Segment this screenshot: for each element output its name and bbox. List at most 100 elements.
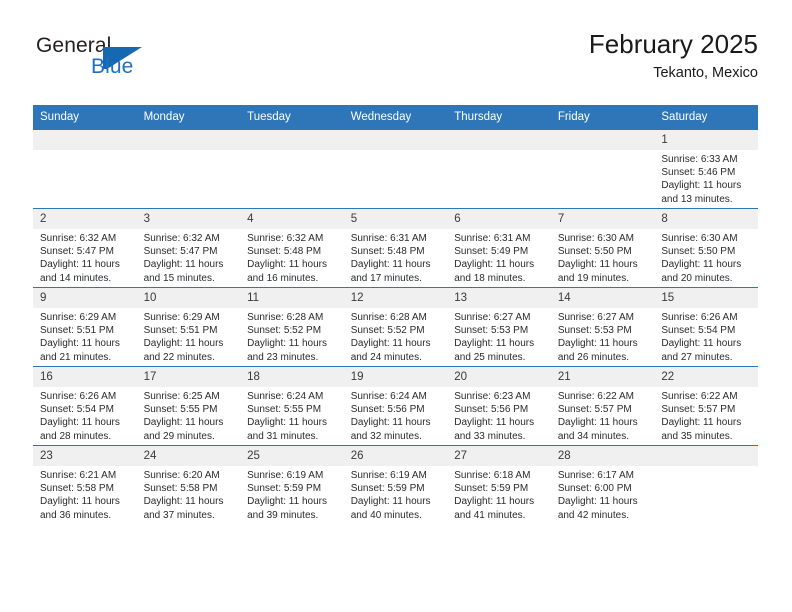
day-info-daylight-line1: Daylight: 11 hours xyxy=(247,259,327,271)
day-info-sunrise: Sunrise: 6:21 AM xyxy=(40,470,117,481)
day-info-daylight-line1: Daylight: 11 hours xyxy=(557,338,638,350)
day-info-sunrise: Sunrise: 6:24 AM xyxy=(350,391,427,402)
calendar-day-cell[interactable]: 17 Sunrise: 6:25 AM Sunset: 5:55 PM Dayligh… xyxy=(136,366,241,446)
calendar-day-cell[interactable]: 27 Sunrise: 6:18 AM Sunset: 5:59 PM Dayligh… xyxy=(447,445,551,524)
day-info-sunrise: Sunrise: 6:25 AM xyxy=(143,391,220,402)
day-info-daylight-line1: Daylight: 11 hours xyxy=(143,259,224,271)
calendar-week-row: 1 Sunrise: 6:33 AM Sunset: 5:46 PM Daylight… xyxy=(33,129,758,209)
calendar-day-cell[interactable]: 16 Sunrise: 6:26 AM Sunset: 5:54 PM Dayligh… xyxy=(33,366,137,446)
day-info-daylight-line1: Daylight: 11 hours xyxy=(40,417,120,429)
day-info-sunrise: Sunrise: 6:32 AM xyxy=(143,233,220,244)
calendar-day-cell[interactable]: 15 Sunrise: 6:26 AM Sunset: 5:54 PM Dayligh… xyxy=(654,287,758,367)
day-number: 12 xyxy=(343,288,448,308)
calendar-day-cell-empty xyxy=(33,129,137,209)
day-info-daylight-line1: Daylight: 11 hours xyxy=(247,496,327,508)
day-box: 15 Sunrise: 6:26 AM Sunset: 5:54 PM Dayligh… xyxy=(654,288,758,366)
day-info-daylight-line2: and 40 minutes. xyxy=(350,509,422,521)
calendar-day-cell[interactable]: 5 Sunrise: 6:31 AM Sunset: 5:48 PM Daylight… xyxy=(343,208,448,288)
weekday-header-monday: Monday xyxy=(136,105,241,130)
day-info-daylight-line1: Daylight: 11 hours xyxy=(661,180,742,192)
day-info-sunset: Sunset: 5:51 PM xyxy=(143,325,218,337)
day-number: 4 xyxy=(240,209,344,229)
day-info-sunrise: Sunrise: 6:28 AM xyxy=(350,312,427,323)
calendar-day-cell[interactable]: 22 Sunrise: 6:22 AM Sunset: 5:57 PM Dayligh… xyxy=(654,366,758,446)
empty-day-box xyxy=(550,130,655,208)
brand-logo[interactable]: General Blue xyxy=(33,34,273,94)
day-info: Sunrise: 6:28 AM Sunset: 5:52 PM Daylight:… xyxy=(344,308,448,364)
calendar-day-cell[interactable]: 6 Sunrise: 6:31 AM Sunset: 5:49 PM Daylight… xyxy=(447,208,551,288)
day-info-daylight-line1: Daylight: 11 hours xyxy=(247,417,327,429)
day-number: 13 xyxy=(447,288,551,308)
day-info-sunset: Sunset: 5:48 PM xyxy=(247,246,322,258)
day-info-daylight-line2: and 16 minutes. xyxy=(247,272,319,284)
calendar-day-cell-empty xyxy=(136,129,241,209)
empty-daynum-band xyxy=(550,130,655,150)
day-info-daylight-line2: and 25 minutes. xyxy=(454,351,526,363)
day-info-daylight-line2: and 21 minutes. xyxy=(40,351,112,363)
day-info-sunset: Sunset: 5:59 PM xyxy=(247,483,322,495)
calendar-day-cell[interactable]: 7 Sunrise: 6:30 AM Sunset: 5:50 PM Daylight… xyxy=(550,208,655,288)
day-info-sunrise: Sunrise: 6:18 AM xyxy=(454,470,531,481)
calendar-day-cell[interactable]: 1 Sunrise: 6:33 AM Sunset: 5:46 PM Daylight… xyxy=(654,129,758,209)
calendar-day-cell[interactable]: 12 Sunrise: 6:28 AM Sunset: 5:52 PM Dayligh… xyxy=(343,287,448,367)
day-info-daylight-line1: Daylight: 11 hours xyxy=(143,338,224,350)
day-info-sunrise: Sunrise: 6:20 AM xyxy=(143,470,220,481)
calendar-day-cell[interactable]: 11 Sunrise: 6:28 AM Sunset: 5:52 PM Dayligh… xyxy=(240,287,344,367)
calendar-day-cell[interactable]: 9 Sunrise: 6:29 AM Sunset: 5:51 PM Daylight… xyxy=(33,287,137,367)
calendar-day-cell[interactable]: 23 Sunrise: 6:21 AM Sunset: 5:58 PM Dayligh… xyxy=(33,445,137,524)
page-subtitle: Tekanto, Mexico xyxy=(653,65,758,81)
calendar-day-cell[interactable]: 20 Sunrise: 6:23 AM Sunset: 5:56 PM Dayligh… xyxy=(447,366,551,446)
calendar-day-cell[interactable]: 28 Sunrise: 6:17 AM Sunset: 6:00 PM Dayligh… xyxy=(550,445,655,524)
calendar-day-cell[interactable]: 10 Sunrise: 6:29 AM Sunset: 5:51 PM Dayligh… xyxy=(136,287,241,367)
calendar-day-cell[interactable]: 2 Sunrise: 6:32 AM Sunset: 5:47 PM Daylight… xyxy=(33,208,137,288)
day-info-sunrise: Sunrise: 6:29 AM xyxy=(143,312,220,323)
day-box: 23 Sunrise: 6:21 AM Sunset: 5:58 PM Dayligh… xyxy=(33,446,137,524)
day-info-daylight-line2: and 19 minutes. xyxy=(557,272,629,284)
day-info: Sunrise: 6:20 AM Sunset: 5:58 PM Daylight:… xyxy=(137,466,241,522)
day-box: 12 Sunrise: 6:28 AM Sunset: 5:52 PM Dayligh… xyxy=(343,288,448,366)
empty-day-box xyxy=(447,130,551,208)
day-info-sunrise: Sunrise: 6:27 AM xyxy=(557,312,634,323)
calendar-day-cell[interactable]: 14 Sunrise: 6:27 AM Sunset: 5:53 PM Dayligh… xyxy=(550,287,655,367)
day-info-sunrise: Sunrise: 6:22 AM xyxy=(661,391,738,402)
calendar-week-row: 9 Sunrise: 6:29 AM Sunset: 5:51 PM Daylight… xyxy=(33,287,758,367)
calendar-day-cell[interactable]: 21 Sunrise: 6:22 AM Sunset: 5:57 PM Dayligh… xyxy=(550,366,655,446)
day-box: 4 Sunrise: 6:32 AM Sunset: 5:48 PM Daylight… xyxy=(240,209,344,287)
calendar-table: Sunday Monday Tuesday Wednesday Thursday Frid… xyxy=(33,105,758,524)
weekday-header-friday: Friday xyxy=(550,105,655,130)
day-info-sunset: Sunset: 5:52 PM xyxy=(247,325,322,337)
calendar-day-cell[interactable]: 18 Sunrise: 6:24 AM Sunset: 5:55 PM Dayligh… xyxy=(240,366,344,446)
day-box: 5 Sunrise: 6:31 AM Sunset: 5:48 PM Daylight… xyxy=(343,209,448,287)
day-box: 19 Sunrise: 6:24 AM Sunset: 5:56 PM Dayligh… xyxy=(343,367,448,445)
day-number: 2 xyxy=(33,209,137,229)
calendar-day-cell[interactable]: 25 Sunrise: 6:19 AM Sunset: 5:59 PM Dayligh… xyxy=(240,445,344,524)
day-box: 20 Sunrise: 6:23 AM Sunset: 5:56 PM Dayligh… xyxy=(447,367,551,445)
day-info-sunset: Sunset: 5:59 PM xyxy=(454,483,529,495)
day-info-sunrise: Sunrise: 6:32 AM xyxy=(40,233,117,244)
page-title: February 2025 xyxy=(588,29,758,59)
calendar-day-cell-empty xyxy=(447,129,551,209)
calendar-day-cell-empty xyxy=(654,445,758,524)
day-info-sunset: Sunset: 6:00 PM xyxy=(557,483,632,495)
day-info-sunset: Sunset: 5:53 PM xyxy=(557,325,632,337)
day-info-sunrise: Sunrise: 6:28 AM xyxy=(247,312,324,323)
day-info-daylight-line2: and 33 minutes. xyxy=(454,430,526,442)
calendar-day-cell[interactable]: 13 Sunrise: 6:27 AM Sunset: 5:53 PM Dayligh… xyxy=(447,287,551,367)
day-info-daylight-line2: and 26 minutes. xyxy=(557,351,629,363)
day-info-sunset: Sunset: 5:52 PM xyxy=(350,325,425,337)
title-block: February 2025 Tekanto, Mexico xyxy=(589,28,758,83)
day-info: Sunrise: 6:24 AM Sunset: 5:56 PM Daylight:… xyxy=(344,387,448,443)
day-info-daylight-line2: and 31 minutes. xyxy=(247,430,319,442)
day-info-daylight-line2: and 36 minutes. xyxy=(40,509,112,521)
day-info-daylight-line1: Daylight: 11 hours xyxy=(454,259,535,271)
day-info-sunset: Sunset: 5:56 PM xyxy=(350,404,425,416)
calendar-day-cell[interactable]: 26 Sunrise: 6:19 AM Sunset: 5:59 PM Dayligh… xyxy=(343,445,448,524)
calendar-day-cell[interactable]: 4 Sunrise: 6:32 AM Sunset: 5:48 PM Daylight… xyxy=(240,208,344,288)
empty-daynum-band xyxy=(136,130,241,150)
calendar-day-cell-empty xyxy=(343,129,448,209)
calendar-day-cell[interactable]: 3 Sunrise: 6:32 AM Sunset: 5:47 PM Daylight… xyxy=(136,208,241,288)
day-box: 13 Sunrise: 6:27 AM Sunset: 5:53 PM Dayligh… xyxy=(447,288,551,366)
calendar-day-cell[interactable]: 19 Sunrise: 6:24 AM Sunset: 5:56 PM Dayligh… xyxy=(343,366,448,446)
calendar-day-cell[interactable]: 24 Sunrise: 6:20 AM Sunset: 5:58 PM Dayligh… xyxy=(136,445,241,524)
calendar-day-cell[interactable]: 8 Sunrise: 6:30 AM Sunset: 5:50 PM Daylight… xyxy=(654,208,758,288)
